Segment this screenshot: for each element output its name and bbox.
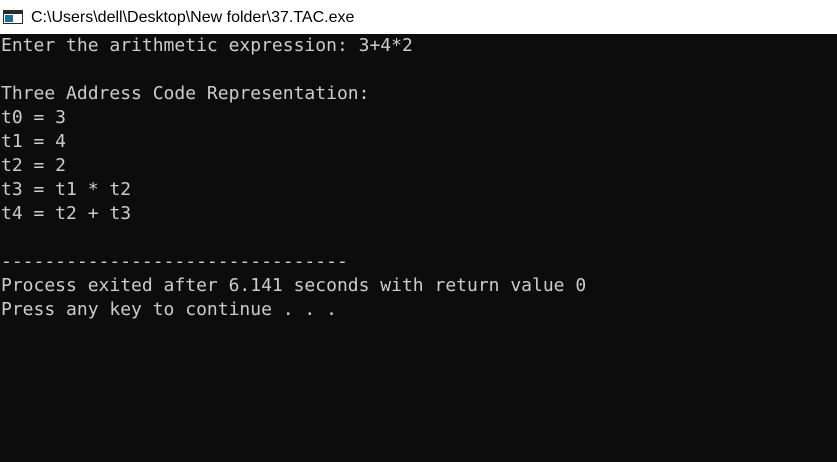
console-app-icon	[3, 10, 23, 24]
console-output[interactable]: Enter the arithmetic expression: 3+4*2 T…	[0, 34, 837, 462]
press-any-key-prompt: Press any key to continue . . .	[1, 299, 337, 320]
console-line: Enter the arithmetic expression: 3+4*2	[1, 35, 413, 56]
console-line: t1 = 4	[1, 131, 67, 152]
console-line: t3 = t1 * t2	[1, 179, 132, 200]
console-line: t2 = 2	[1, 155, 67, 176]
title-bar[interactable]: C:\Users\dell\Desktop\New folder\37.TAC.…	[0, 0, 837, 34]
console-line: t0 = 3	[1, 107, 67, 128]
process-exit-message: Process exited after 6.141 seconds with …	[1, 275, 587, 296]
console-line: t4 = t2 + t3	[1, 203, 132, 224]
console-window: C:\Users\dell\Desktop\New folder\37.TAC.…	[0, 0, 837, 462]
window-title: C:\Users\dell\Desktop\New folder\37.TAC.…	[31, 9, 355, 26]
console-line: Three Address Code Representation:	[1, 83, 370, 104]
separator-line: --------------------------------	[1, 251, 348, 272]
